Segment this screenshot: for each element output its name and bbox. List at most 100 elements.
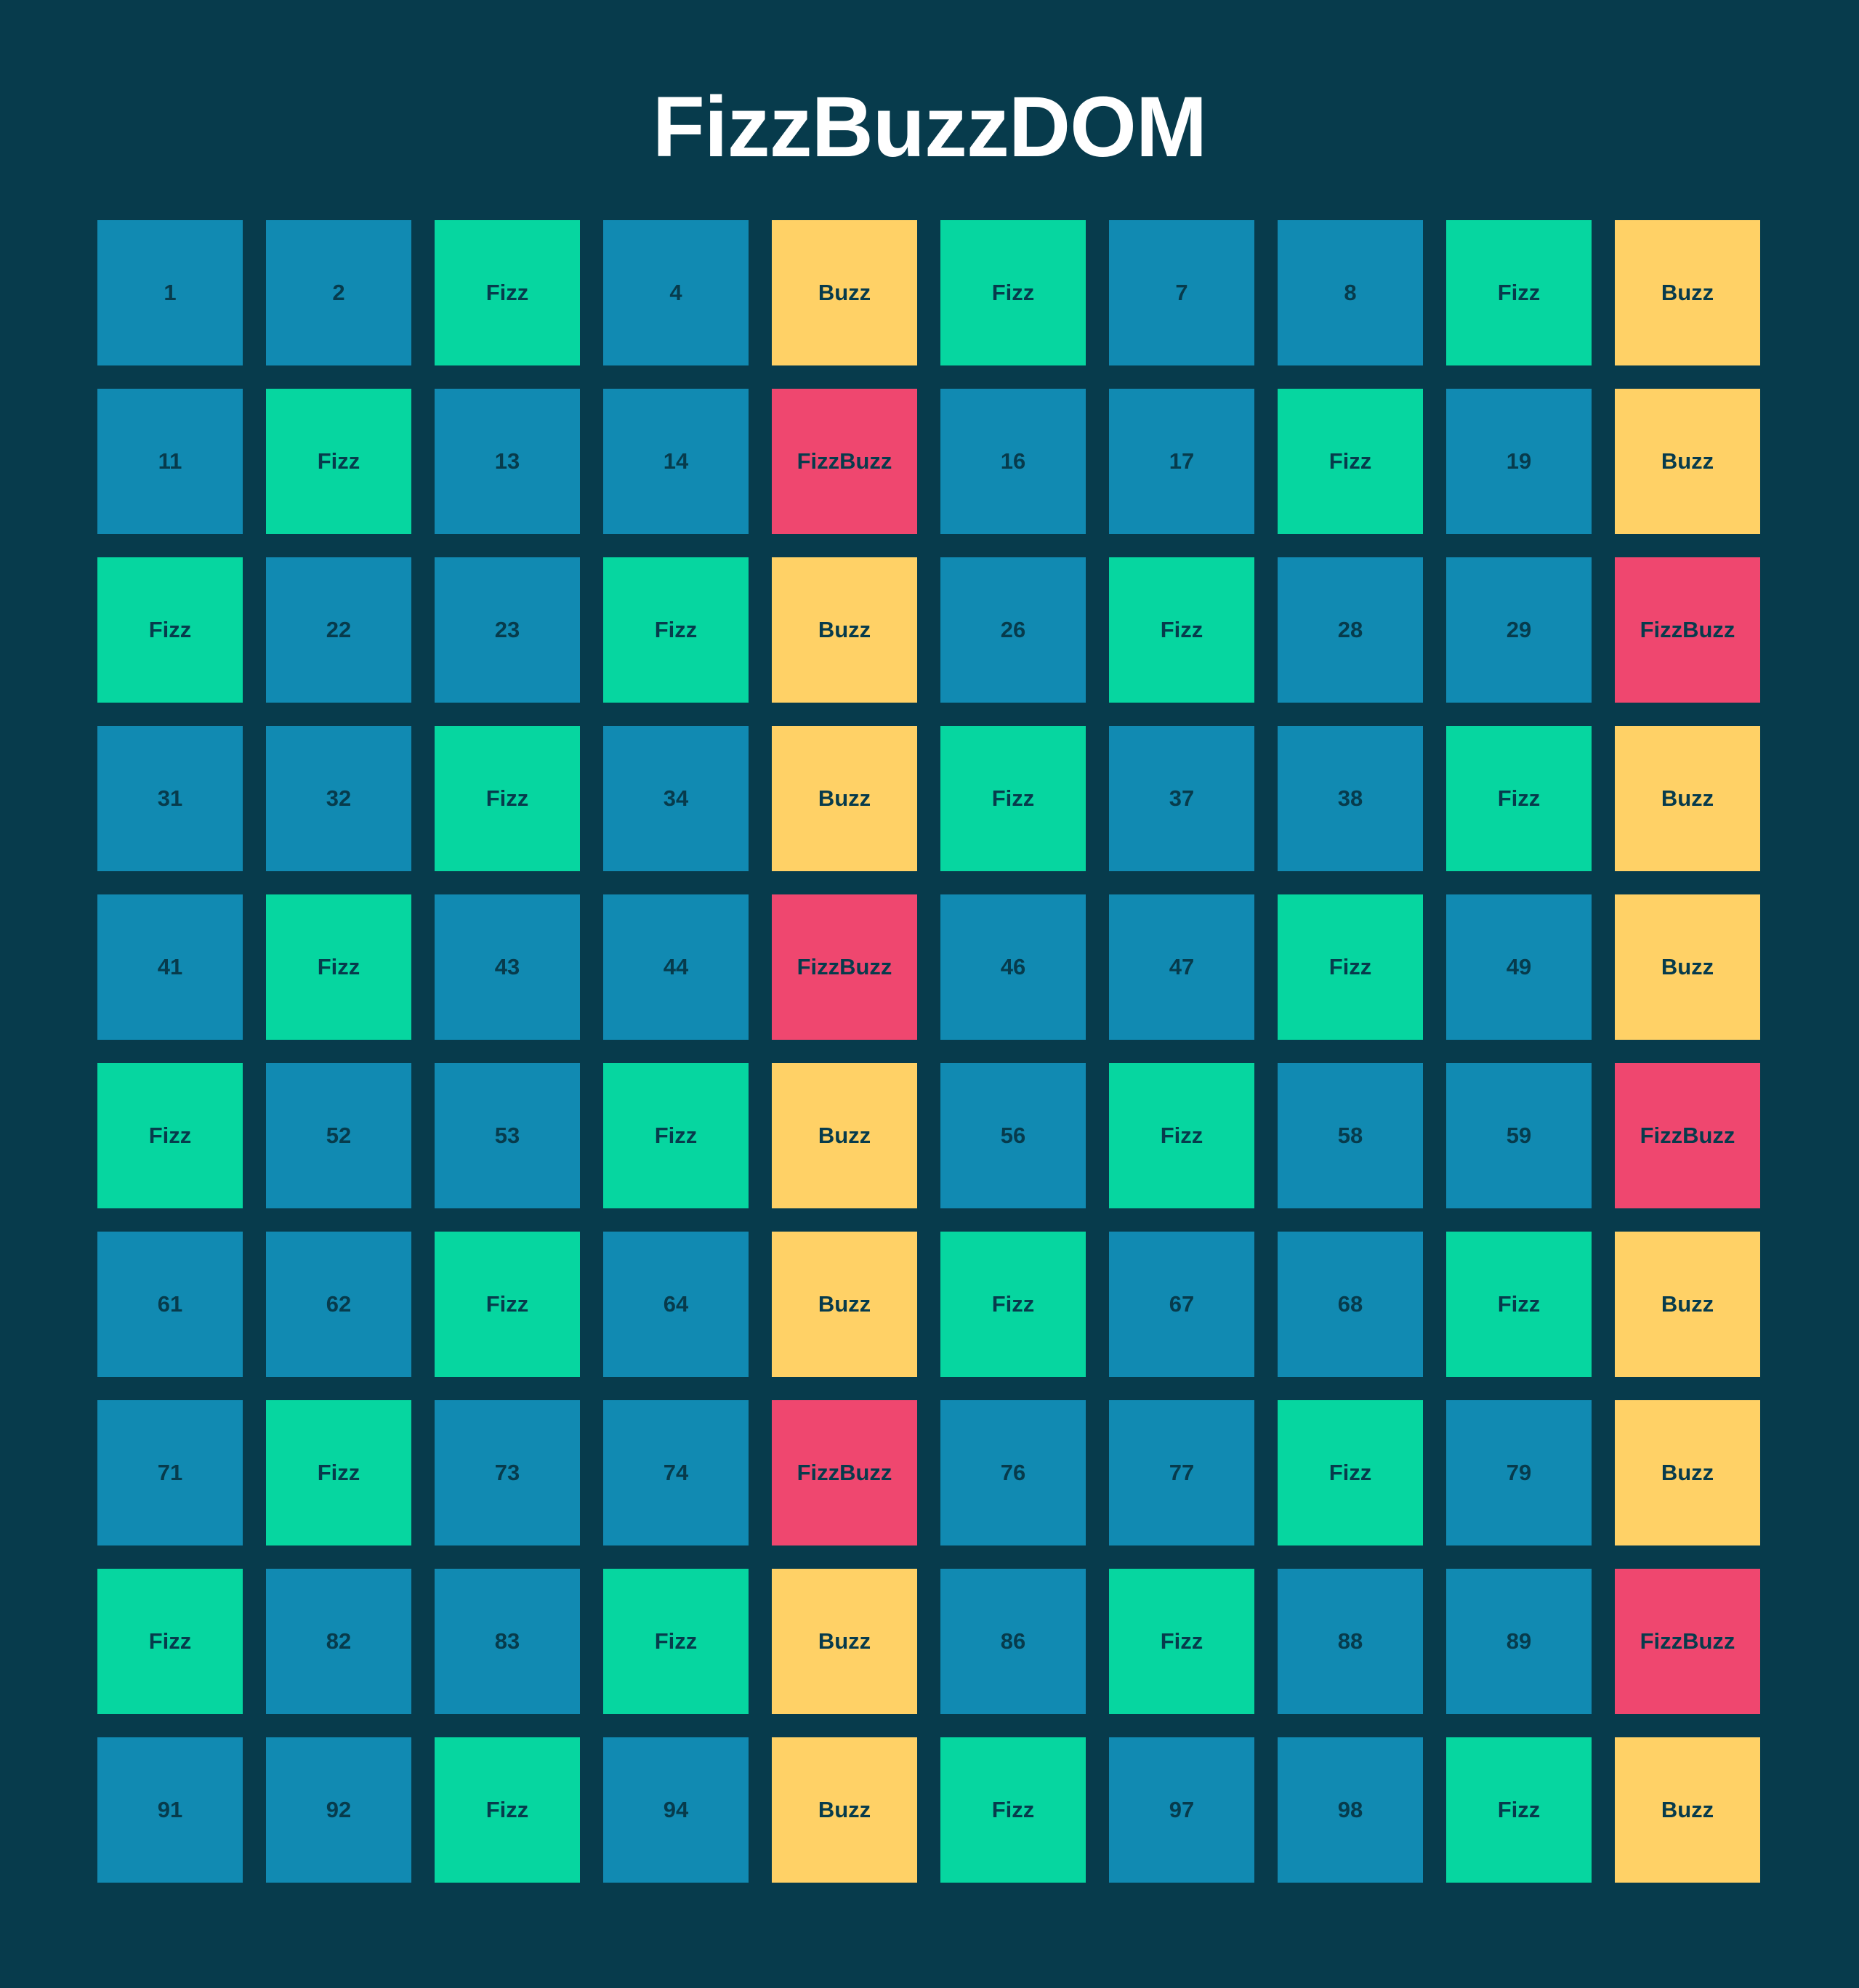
- grid-cell-fizz: Fizz: [940, 1232, 1086, 1377]
- grid-cell-num: 31: [97, 726, 243, 871]
- grid-cell-fizz: Fizz: [1446, 726, 1592, 871]
- grid-cell-fizz: Fizz: [1446, 220, 1592, 365]
- grid-cell-num: 49: [1446, 894, 1592, 1040]
- fizzbuzz-grid: 1 2 Fizz 4 Buzz Fizz 7 8 Fizz Buzz 11 Fizz 13 14 FizzB…: [97, 220, 1762, 1883]
- grid-cell-num: 56: [940, 1063, 1086, 1208]
- grid-cell-num: 47: [1109, 894, 1254, 1040]
- grid-cell-buzz: Buzz: [1615, 1400, 1760, 1545]
- grid-cell-buzz: Buzz: [1615, 894, 1760, 1040]
- grid-cell-num: 92: [266, 1737, 411, 1883]
- grid-cell-fizz: Fizz: [940, 1737, 1086, 1883]
- grid-cell-num: 19: [1446, 389, 1592, 534]
- grid-cell-fizz: Fizz: [1278, 389, 1423, 534]
- grid-cell-fizz: Fizz: [1109, 557, 1254, 703]
- grid-cell-num: 43: [435, 894, 580, 1040]
- grid-cell-fizzbuzz: FizzBuzz: [1615, 1569, 1760, 1714]
- grid-cell-num: 13: [435, 389, 580, 534]
- grid-cell-num: 28: [1278, 557, 1423, 703]
- grid-cell-buzz: Buzz: [772, 1569, 917, 1714]
- grid-cell-buzz: Buzz: [772, 1063, 917, 1208]
- grid-cell-buzz: Buzz: [772, 726, 917, 871]
- grid-cell-fizz: Fizz: [603, 557, 749, 703]
- grid-cell-num: 41: [97, 894, 243, 1040]
- grid-cell-num: 86: [940, 1569, 1086, 1714]
- grid-cell-fizz: Fizz: [1278, 1400, 1423, 1545]
- grid-cell-fizz: Fizz: [435, 220, 580, 365]
- grid-cell-buzz: Buzz: [1615, 389, 1760, 534]
- grid-cell-fizz: Fizz: [266, 894, 411, 1040]
- grid-cell-num: 89: [1446, 1569, 1592, 1714]
- grid-cell-fizz: Fizz: [1446, 1232, 1592, 1377]
- grid-cell-num: 38: [1278, 726, 1423, 871]
- grid-cell-num: 2: [266, 220, 411, 365]
- grid-cell-buzz: Buzz: [772, 1737, 917, 1883]
- grid-cell-buzz: Buzz: [1615, 726, 1760, 871]
- grid-cell-num: 32: [266, 726, 411, 871]
- grid-cell-fizz: Fizz: [603, 1569, 749, 1714]
- grid-cell-num: 67: [1109, 1232, 1254, 1377]
- grid-cell-buzz: Buzz: [1615, 1737, 1760, 1883]
- grid-cell-num: 58: [1278, 1063, 1423, 1208]
- grid-cell-buzz: Buzz: [772, 220, 917, 365]
- grid-cell-num: 44: [603, 894, 749, 1040]
- grid-cell-num: 4: [603, 220, 749, 365]
- grid-cell-num: 29: [1446, 557, 1592, 703]
- grid-cell-num: 14: [603, 389, 749, 534]
- grid-cell-num: 74: [603, 1400, 749, 1545]
- grid-cell-fizzbuzz: FizzBuzz: [1615, 557, 1760, 703]
- grid-cell-num: 61: [97, 1232, 243, 1377]
- grid-cell-fizz: Fizz: [435, 1232, 580, 1377]
- grid-cell-fizz: Fizz: [97, 1063, 243, 1208]
- grid-cell-fizz: Fizz: [1109, 1063, 1254, 1208]
- grid-cell-num: 88: [1278, 1569, 1423, 1714]
- grid-cell-num: 11: [97, 389, 243, 534]
- page-title: FizzBuzzDOM: [652, 79, 1207, 175]
- grid-cell-num: 16: [940, 389, 1086, 534]
- grid-cell-num: 59: [1446, 1063, 1592, 1208]
- grid-cell-fizzbuzz: FizzBuzz: [772, 894, 917, 1040]
- grid-cell-fizzbuzz: FizzBuzz: [772, 1400, 917, 1545]
- grid-cell-fizz: Fizz: [1109, 1569, 1254, 1714]
- grid-cell-num: 79: [1446, 1400, 1592, 1545]
- grid-cell-fizz: Fizz: [1446, 1737, 1592, 1883]
- grid-cell-fizz: Fizz: [435, 726, 580, 871]
- grid-cell-fizz: Fizz: [940, 220, 1086, 365]
- grid-cell-num: 1: [97, 220, 243, 365]
- grid-cell-num: 98: [1278, 1737, 1423, 1883]
- grid-cell-fizz: Fizz: [97, 557, 243, 703]
- grid-cell-num: 22: [266, 557, 411, 703]
- grid-cell-fizz: Fizz: [940, 726, 1086, 871]
- grid-cell-num: 37: [1109, 726, 1254, 871]
- grid-cell-num: 82: [266, 1569, 411, 1714]
- grid-cell-fizzbuzz: FizzBuzz: [772, 389, 917, 534]
- grid-cell-num: 83: [435, 1569, 580, 1714]
- grid-cell-fizz: Fizz: [435, 1737, 580, 1883]
- grid-cell-fizzbuzz: FizzBuzz: [1615, 1063, 1760, 1208]
- grid-cell-num: 53: [435, 1063, 580, 1208]
- grid-cell-num: 68: [1278, 1232, 1423, 1377]
- grid-cell-num: 17: [1109, 389, 1254, 534]
- grid-cell-num: 91: [97, 1737, 243, 1883]
- grid-cell-num: 23: [435, 557, 580, 703]
- grid-cell-fizz: Fizz: [1278, 894, 1423, 1040]
- grid-cell-fizz: Fizz: [266, 1400, 411, 1545]
- grid-cell-num: 8: [1278, 220, 1423, 365]
- grid-cell-fizz: Fizz: [266, 389, 411, 534]
- grid-cell-buzz: Buzz: [1615, 220, 1760, 365]
- grid-cell-num: 97: [1109, 1737, 1254, 1883]
- grid-cell-num: 52: [266, 1063, 411, 1208]
- grid-cell-buzz: Buzz: [772, 557, 917, 703]
- grid-cell-num: 26: [940, 557, 1086, 703]
- grid-cell-buzz: Buzz: [1615, 1232, 1760, 1377]
- grid-cell-num: 46: [940, 894, 1086, 1040]
- grid-cell-num: 7: [1109, 220, 1254, 365]
- grid-cell-num: 34: [603, 726, 749, 871]
- grid-cell-num: 73: [435, 1400, 580, 1545]
- grid-cell-num: 76: [940, 1400, 1086, 1545]
- grid-cell-num: 62: [266, 1232, 411, 1377]
- grid-cell-num: 64: [603, 1232, 749, 1377]
- grid-cell-fizz: Fizz: [603, 1063, 749, 1208]
- grid-cell-num: 71: [97, 1400, 243, 1545]
- page: FizzBuzzDOM 1 2 Fizz 4 Buzz Fizz 7 8 Fizz Buzz 11 F…: [0, 0, 1859, 1988]
- grid-cell-fizz: Fizz: [97, 1569, 243, 1714]
